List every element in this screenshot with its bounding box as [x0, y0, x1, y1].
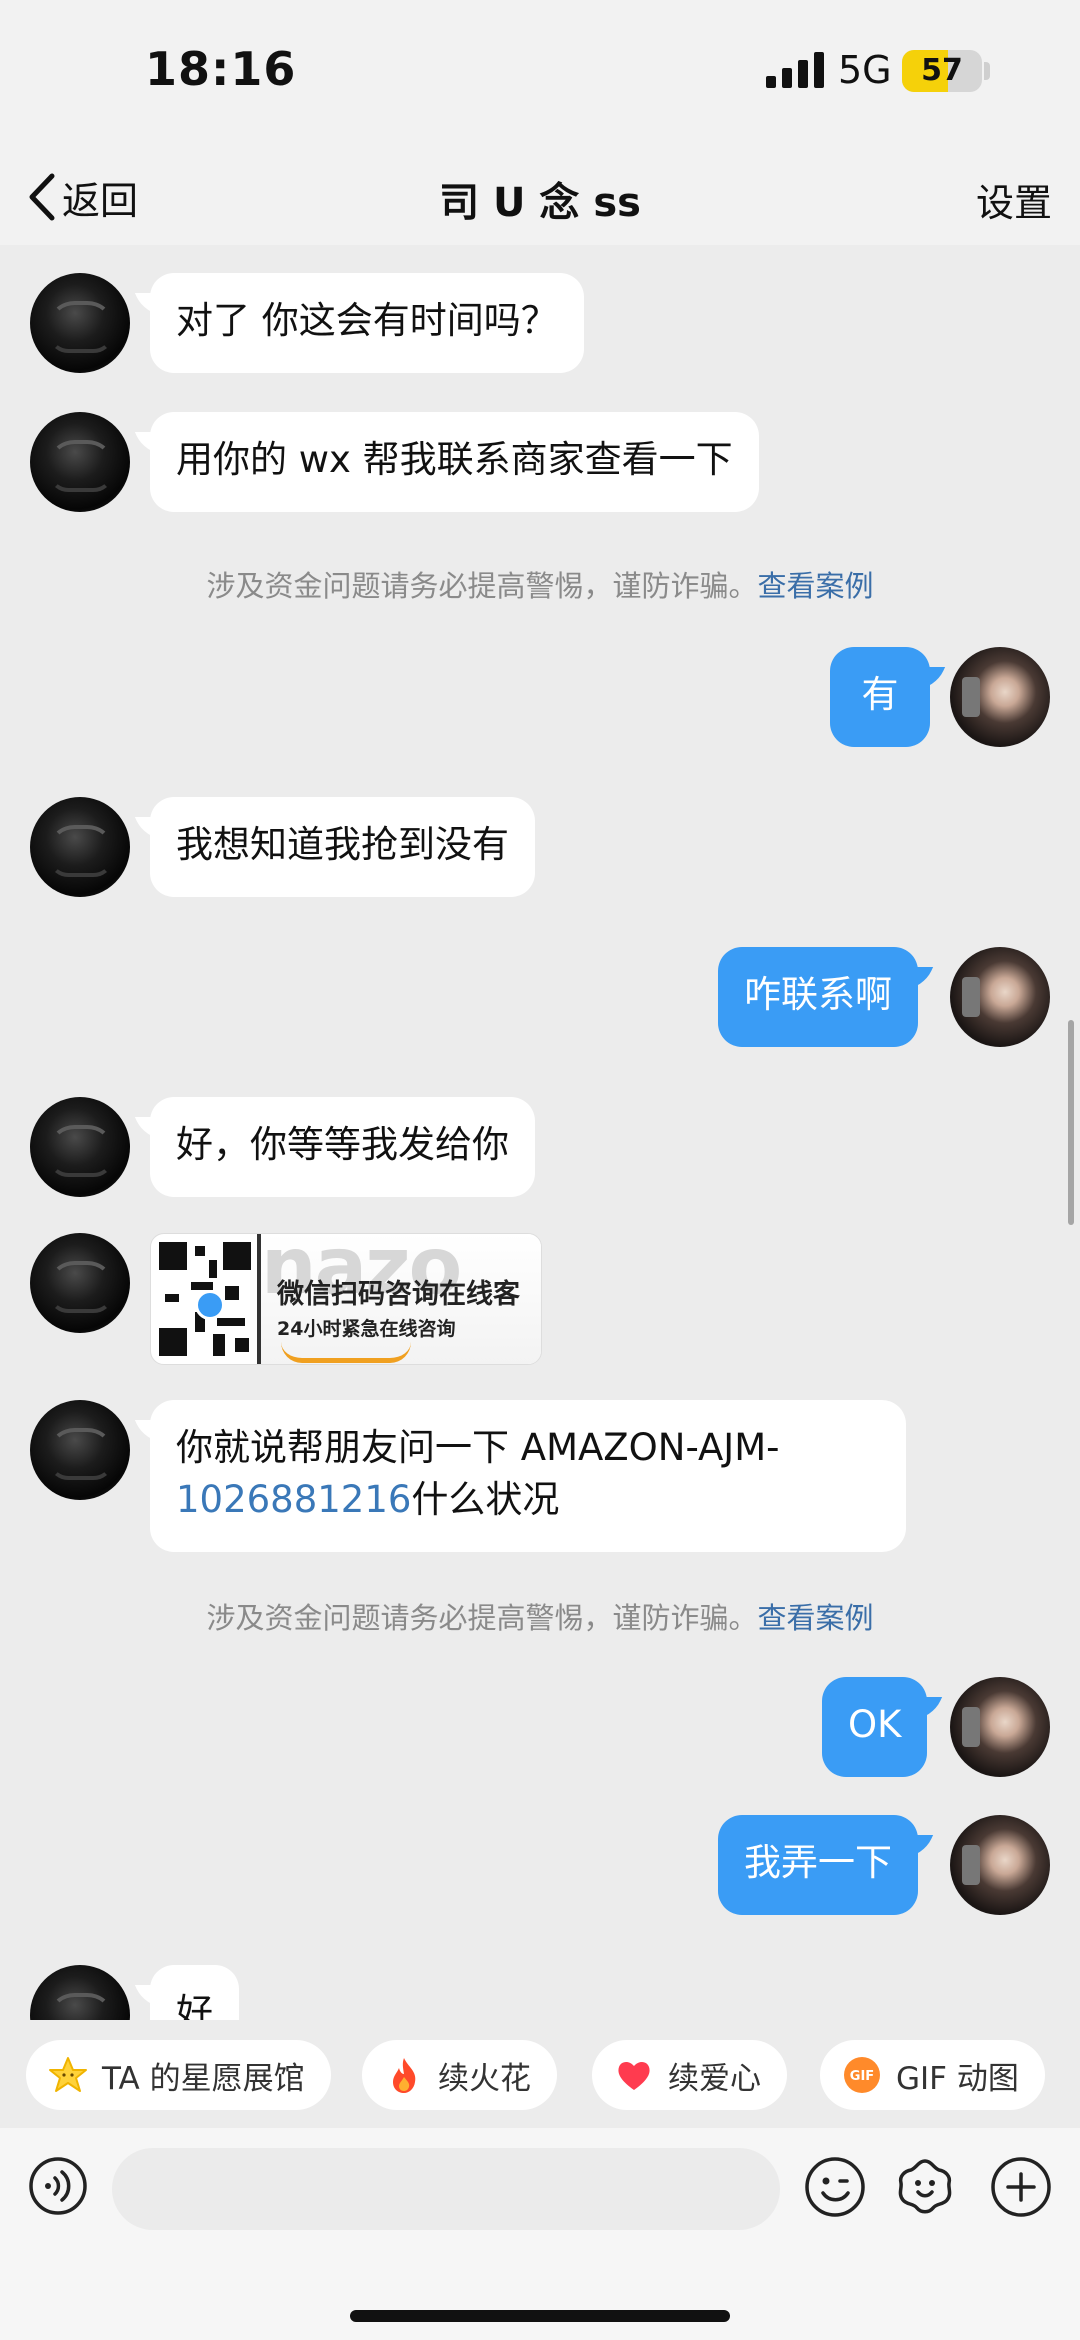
battery-icon: 57	[902, 50, 982, 92]
message-input-bar	[0, 2128, 1080, 2340]
plus-icon[interactable]	[990, 2156, 1052, 2218]
my-avatar[interactable]	[950, 947, 1050, 1047]
smile-arrow-icon	[281, 1342, 411, 1363]
svg-text:GIF: GIF	[850, 2069, 874, 2084]
contact-avatar[interactable]	[30, 273, 130, 373]
battery-tip	[984, 62, 990, 80]
contact-avatar[interactable]	[30, 1965, 130, 2020]
continue-heart-button[interactable]: 续爱心	[592, 2040, 787, 2110]
battery-level: 57	[921, 53, 963, 88]
contact-avatar[interactable]	[30, 797, 130, 897]
message-bubble-received[interactable]: 好	[150, 1965, 239, 2020]
gif-sticker-button[interactable]: GIF GIF 动图	[820, 2040, 1045, 2110]
fraud-warning-notice: 涉及资金问题请务必提高警惕，谨防诈骗。查看案例	[0, 1595, 1080, 1637]
contact-avatar[interactable]	[30, 1233, 130, 1333]
contact-avatar[interactable]	[30, 1097, 130, 1197]
my-avatar[interactable]	[950, 1677, 1050, 1777]
chip-label: TA 的星愿展馆	[102, 2060, 305, 2097]
status-bar: 18:16 5G 57	[0, 0, 1080, 150]
chat-title: 司 U 念 ss	[439, 180, 641, 226]
card-subtitle: 24小时紧急在线咨询	[277, 1318, 456, 1340]
message-text: 什么状况	[411, 1478, 560, 1521]
nav-bar: 返回 司 U 念 ss 设置	[0, 150, 1080, 245]
chip-label: 续爱心	[668, 2060, 761, 2097]
quick-actions-bar: TA 的星愿展馆 续火花 续爱心 GIF GIF 动图	[0, 2020, 1080, 2140]
chip-label: 续火花	[438, 2060, 531, 2097]
home-indicator[interactable]	[350, 2310, 730, 2322]
message-text: 你就说帮朋友问一下 AMAZON-AJM-	[176, 1426, 780, 1469]
message-bubble-received[interactable]: 你就说帮朋友问一下 AMAZON-AJM- 1026881216什么状况	[150, 1400, 906, 1552]
message-input[interactable]	[112, 2148, 780, 2230]
message-bubble-sent[interactable]: 咋联系啊	[718, 947, 918, 1047]
voice-input-icon[interactable]	[28, 2156, 88, 2216]
message-bubble-received[interactable]: 我想知道我抢到没有	[150, 797, 535, 897]
fire-icon	[384, 2055, 424, 2095]
emoji-icon[interactable]	[804, 2156, 866, 2218]
star-icon	[48, 2055, 88, 2095]
view-cases-link[interactable]: 查看案例	[758, 1601, 874, 1635]
sticker-icon[interactable]	[894, 2156, 956, 2218]
chat-area[interactable]: 对了 你这会有时间吗？ 用你的 wx 帮我联系商家查看一下 涉及资金问题请务必提…	[0, 245, 1080, 2020]
fraud-warning-notice: 涉及资金问题请务必提高警惕，谨防诈骗。查看案例	[0, 563, 1080, 605]
my-avatar[interactable]	[950, 647, 1050, 747]
network-label: 5G	[838, 48, 892, 92]
message-bubble-received[interactable]: 对了 你这会有时间吗？	[150, 273, 584, 373]
continue-spark-button[interactable]: 续火花	[362, 2040, 557, 2110]
settings-button[interactable]: 设置	[976, 172, 1052, 227]
signal-icon	[766, 52, 824, 88]
chip-label: GIF 动图	[896, 2060, 1019, 2097]
my-avatar[interactable]	[950, 1815, 1050, 1915]
heart-icon	[614, 2055, 654, 2095]
star-wish-gallery-button[interactable]: TA 的星愿展馆	[26, 2040, 331, 2110]
message-bubble-received[interactable]: 用你的 wx 帮我联系商家查看一下	[150, 412, 759, 512]
fraud-warning-text: 涉及资金问题请务必提高警惕，谨防诈骗。	[206, 1601, 758, 1635]
scroll-indicator[interactable]	[1068, 1020, 1074, 1225]
fraud-warning-text: 涉及资金问题请务必提高警惕，谨防诈骗。	[206, 569, 758, 603]
status-time: 18:16	[145, 42, 297, 96]
message-bubble-sent[interactable]: 我弄一下	[718, 1815, 918, 1915]
contact-avatar[interactable]	[30, 412, 130, 512]
contact-avatar[interactable]	[30, 1400, 130, 1500]
message-bubble-sent[interactable]: 有	[830, 647, 930, 747]
card-title: 微信扫码咨询在线客	[277, 1279, 520, 1310]
qr-code-image	[155, 1238, 255, 1360]
gif-icon: GIF	[842, 2055, 882, 2095]
image-message[interactable]: nazo 微信扫码咨询在线客 24小时紧急在线咨询	[150, 1233, 542, 1365]
order-number-link[interactable]: 1026881216	[176, 1478, 411, 1521]
message-bubble-received[interactable]: 好，你等等我发给你	[150, 1097, 535, 1197]
message-bubble-sent[interactable]: OK	[822, 1677, 928, 1777]
view-cases-link[interactable]: 查看案例	[758, 569, 874, 603]
